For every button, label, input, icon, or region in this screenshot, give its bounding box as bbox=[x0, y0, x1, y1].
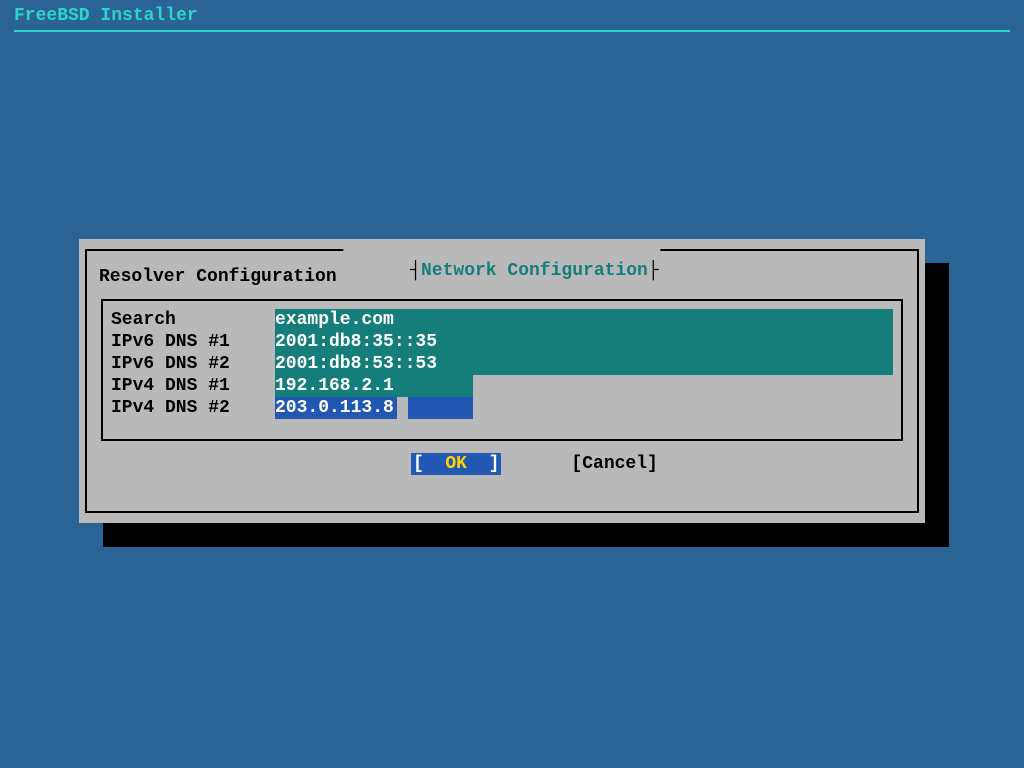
dialog-title: ┤Network Configuration├ bbox=[343, 241, 660, 301]
label-ipv6-dns-2: IPv6 DNS #2 bbox=[111, 353, 275, 375]
dialog-buttons: [ OK ] [Cancel] bbox=[87, 433, 917, 495]
page-title: FreeBSD Installer bbox=[14, 6, 198, 26]
row-ipv4-dns-2: IPv4 DNS #2 203.0.113.8 bbox=[111, 397, 893, 419]
label-ipv4-dns-1: IPv4 DNS #1 bbox=[111, 375, 275, 397]
cancel-button[interactable]: [Cancel] bbox=[571, 453, 657, 475]
label-ipv4-dns-2: IPv4 DNS #2 bbox=[111, 397, 275, 419]
dialog-border: ┤Network Configuration├ Resolver Configu… bbox=[85, 249, 919, 513]
input-ipv6-dns-2-value: 2001:db8:53::53 bbox=[275, 353, 437, 375]
network-config-dialog: ┤Network Configuration├ Resolver Configu… bbox=[79, 239, 925, 523]
input-ipv4-dns-2-value: 203.0.113.8 bbox=[275, 397, 394, 419]
header-divider bbox=[14, 30, 1010, 32]
input-ipv6-dns-1[interactable]: 2001:db8:35::35 bbox=[275, 331, 893, 353]
input-ipv6-dns-2[interactable]: 2001:db8:53::53 bbox=[275, 353, 893, 375]
input-ipv4-dns-1[interactable]: 192.168.2.1 bbox=[275, 375, 893, 397]
row-ipv6-dns-1: IPv6 DNS #1 2001:db8:35::35 bbox=[111, 331, 893, 353]
row-ipv6-dns-2: IPv6 DNS #2 2001:db8:53::53 bbox=[111, 353, 893, 375]
label-search: Search bbox=[111, 309, 275, 331]
dialog-title-text: Network Configuration bbox=[421, 261, 648, 281]
label-ipv6-dns-1: IPv6 DNS #1 bbox=[111, 331, 275, 353]
row-ipv4-dns-1: IPv4 DNS #1 192.168.2.1 bbox=[111, 375, 893, 397]
input-search-value: example.com bbox=[275, 309, 394, 331]
input-ipv4-dns-2[interactable]: 203.0.113.8 bbox=[275, 397, 893, 419]
input-ipv4-dns-1-value: 192.168.2.1 bbox=[275, 375, 394, 397]
dialog-subtitle: Resolver Configuration bbox=[99, 267, 337, 287]
ok-button[interactable]: [ OK ] bbox=[411, 453, 501, 475]
text-cursor bbox=[397, 397, 408, 419]
input-search[interactable]: example.com bbox=[275, 309, 893, 331]
row-search: Search example.com bbox=[111, 309, 893, 331]
form-area: Search example.com IPv6 DNS #1 2001:db8:… bbox=[101, 299, 903, 441]
input-ipv6-dns-1-value: 2001:db8:35::35 bbox=[275, 331, 437, 353]
